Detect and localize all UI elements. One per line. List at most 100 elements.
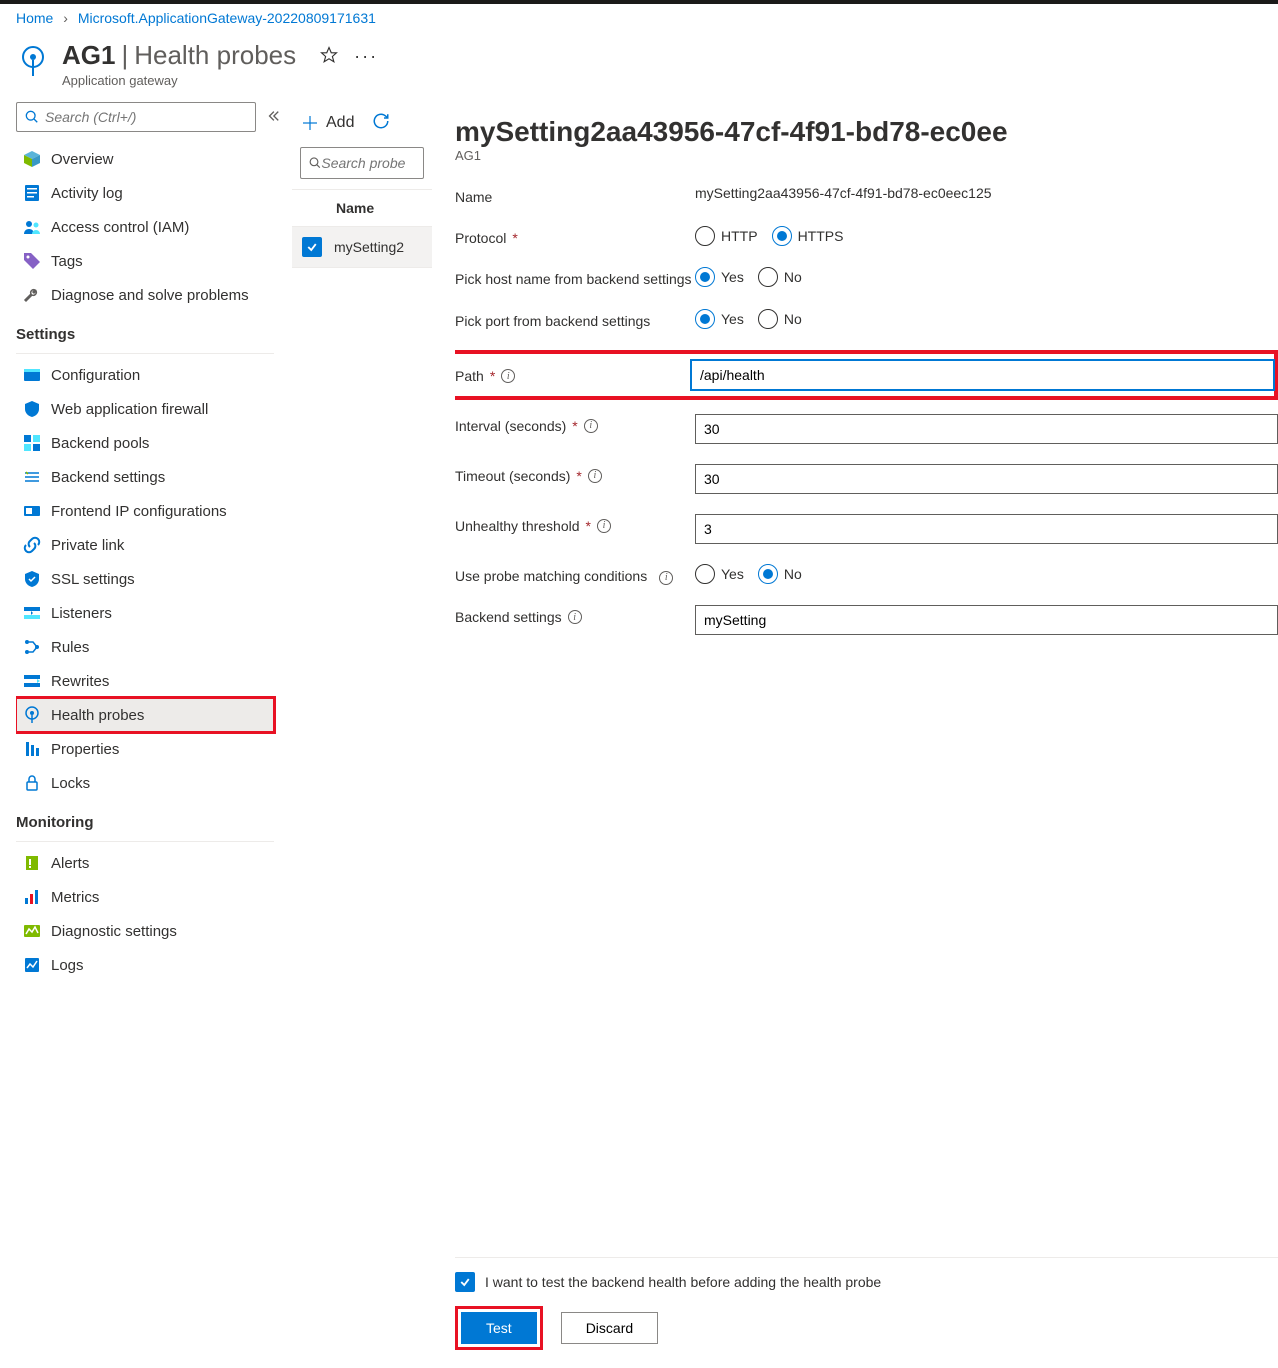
radio-match-yes[interactable]: Yes: [695, 564, 744, 584]
sidebar-item-configuration[interactable]: Configuration: [16, 358, 274, 392]
iam-icon: [23, 218, 41, 236]
input-timeout[interactable]: [695, 464, 1278, 494]
plus-icon: [302, 115, 318, 131]
radio-http-label: HTTP: [721, 228, 758, 244]
radio-https-label: HTTPS: [798, 228, 844, 244]
search-icon: [25, 110, 39, 124]
panel-title: mySetting2aa43956-47cf-4f91-bd78-ec0ee: [455, 116, 1278, 148]
sidebar-item-backend-pools[interactable]: Backend pools: [16, 426, 274, 460]
sidebar-item-label: Access control (IAM): [51, 219, 189, 236]
sidebar-item-rules[interactable]: Rules: [16, 630, 274, 664]
label-name: Name: [455, 185, 695, 206]
refresh-button[interactable]: [372, 112, 390, 133]
sidebar-item-listeners[interactable]: Listeners: [16, 596, 274, 630]
sidebar-item-overview[interactable]: Overview: [16, 142, 274, 176]
input-interval[interactable]: [695, 414, 1278, 444]
wrench-icon: [23, 286, 41, 304]
sidebar-item-properties[interactable]: Properties: [16, 732, 274, 766]
sidebar-item-logs[interactable]: Logs: [16, 948, 274, 982]
radio-label: Yes: [721, 269, 744, 285]
radio-label: No: [784, 269, 802, 285]
sidebar-item-label: Locks: [51, 775, 90, 792]
sidebar-item-label: Metrics: [51, 889, 99, 906]
sidebar-item-label: Web application firewall: [51, 401, 208, 418]
sidebar-item-diagnose-and-solve-problems[interactable]: Diagnose and solve problems: [16, 278, 274, 312]
sidebar-item-access-control-iam-[interactable]: Access control (IAM): [16, 210, 274, 244]
sidebar-item-backend-settings[interactable]: Backend settings: [16, 460, 274, 494]
table-search[interactable]: [300, 147, 424, 179]
sidebar-item-label: Rewrites: [51, 673, 109, 690]
label-match: Use probe matching conditions: [455, 567, 647, 585]
section-name: Health probes: [134, 40, 296, 71]
label-hostname: Pick host name from backend settings: [455, 267, 695, 288]
overview-icon: [23, 150, 41, 168]
input-path[interactable]: [691, 360, 1274, 390]
breadcrumb-parent[interactable]: Microsoft.ApplicationGateway-20220809171…: [78, 10, 376, 26]
test-checkbox[interactable]: [455, 1272, 475, 1292]
discard-button[interactable]: Discard: [561, 1312, 658, 1344]
refresh-icon: [372, 112, 390, 130]
sidebar-item-label: Frontend IP configurations: [51, 503, 227, 520]
table-header-name[interactable]: Name: [292, 189, 432, 227]
select-backend[interactable]: [695, 605, 1278, 635]
table-row[interactable]: mySetting2: [292, 227, 432, 268]
add-button[interactable]: Add: [302, 114, 354, 132]
test-button[interactable]: Test: [461, 1312, 537, 1344]
radio-port-yes[interactable]: Yes: [695, 309, 744, 329]
label-backend: Backend settings: [455, 608, 562, 626]
sidebar-item-rewrites[interactable]: Rewrites: [16, 664, 274, 698]
collapse-sidebar-icon[interactable]: [266, 109, 280, 126]
sidebar-item-alerts[interactable]: Alerts: [16, 846, 274, 880]
radio-match-no[interactable]: No: [758, 564, 802, 584]
info-icon[interactable]: i: [597, 519, 611, 533]
sidebar-item-ssl-settings[interactable]: SSL settings: [16, 562, 274, 596]
test-button-highlight: Test: [455, 1306, 543, 1350]
sidebar-search[interactable]: [16, 102, 256, 132]
nav-section-monitoring: Monitoring: [16, 800, 274, 837]
info-icon[interactable]: i: [659, 571, 673, 585]
sidebar-item-label: Diagnose and solve problems: [51, 287, 249, 304]
row-name: mySetting2: [334, 239, 404, 255]
info-icon[interactable]: i: [501, 369, 515, 383]
page-title: AG1 | Health probes: [62, 40, 296, 71]
input-threshold[interactable]: [695, 514, 1278, 544]
sidebar-item-activity-log[interactable]: Activity log: [16, 176, 274, 210]
panel-footer: I want to test the backend health before…: [455, 1257, 1278, 1368]
sidebar-item-frontend-ip-configurations[interactable]: Frontend IP configurations: [16, 494, 274, 528]
sidebar-item-health-probes[interactable]: Health probes: [16, 698, 274, 732]
sidebar-item-label: Backend pools: [51, 435, 149, 452]
sidebar: Overview Activity log Access control (IAM)…: [0, 102, 292, 1368]
alerts-icon: [23, 854, 41, 872]
breadcrumb: Home › Microsoft.ApplicationGateway-2022…: [0, 4, 1278, 32]
sidebar-item-label: Activity log: [51, 185, 123, 202]
radio-host-no[interactable]: No: [758, 267, 802, 287]
row-checkbox[interactable]: [302, 237, 322, 257]
divider: [16, 353, 274, 354]
ssl-icon: [23, 570, 41, 588]
sidebar-item-web-application-firewall[interactable]: Web application firewall: [16, 392, 274, 426]
sidebar-item-tags[interactable]: Tags: [16, 244, 274, 278]
check-icon: [306, 241, 318, 253]
info-icon[interactable]: i: [588, 469, 602, 483]
label-timeout: Timeout (seconds): [455, 467, 570, 485]
info-icon[interactable]: i: [568, 610, 582, 624]
more-icon[interactable]: ···: [354, 46, 378, 67]
breadcrumb-home[interactable]: Home: [16, 10, 53, 26]
radio-host-yes[interactable]: Yes: [695, 267, 744, 287]
radio-https[interactable]: HTTPS: [772, 226, 844, 246]
favorite-icon[interactable]: [320, 46, 338, 67]
info-icon[interactable]: i: [584, 419, 598, 433]
table-search-input[interactable]: [321, 155, 415, 171]
radio-http[interactable]: HTTP: [695, 226, 758, 246]
test-checkbox-label: I want to test the backend health before…: [485, 1274, 881, 1290]
metrics-icon: [23, 888, 41, 906]
sidebar-search-input[interactable]: [45, 109, 247, 125]
logs-icon: [23, 956, 41, 974]
sidebar-item-diagnostic-settings[interactable]: Diagnostic settings: [16, 914, 274, 948]
sidebar-item-locks[interactable]: Locks: [16, 766, 274, 800]
radio-port-no[interactable]: No: [758, 309, 802, 329]
bset-icon: [23, 468, 41, 486]
sidebar-item-metrics[interactable]: Metrics: [16, 880, 274, 914]
radio-label: No: [784, 311, 802, 327]
sidebar-item-private-link[interactable]: Private link: [16, 528, 274, 562]
